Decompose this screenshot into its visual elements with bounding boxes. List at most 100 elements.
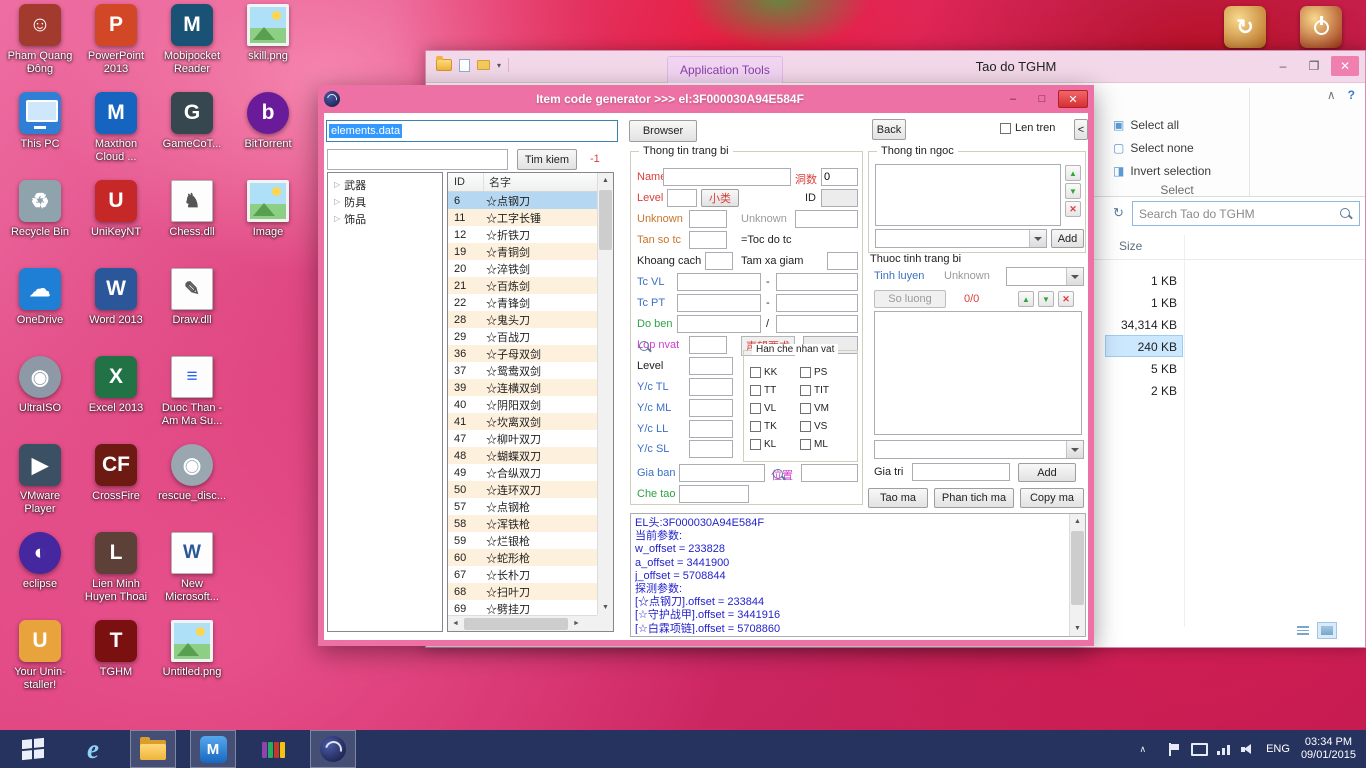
table-row[interactable]: 36 ☆子母双剑 (448, 345, 597, 362)
desktop-icon-vmware-player[interactable]: ▶ VMware Player (4, 444, 76, 524)
explorer-close-button[interactable]: ✕ (1331, 56, 1359, 76)
file-row[interactable]: 1 KB (1105, 269, 1183, 291)
tao-ma-button[interactable]: Tao ma (868, 488, 928, 508)
scroll-down-icon[interactable]: ▼ (1070, 621, 1085, 636)
level-input[interactable] (667, 189, 697, 207)
column-header-id[interactable]: ID (448, 173, 484, 191)
che-tao-input[interactable] (679, 485, 749, 503)
len-tren-checkbox[interactable]: Len tren (1000, 122, 1055, 134)
restrict-vs-checkbox[interactable]: VS (800, 420, 850, 432)
scroll-down-icon[interactable]: ▼ (598, 600, 613, 615)
taskbar-button-item-generator[interactable] (310, 730, 356, 768)
desktop-icon-eclipse[interactable]: ◐ eclipse (4, 532, 76, 612)
table-row[interactable]: 11 ☆工字长锤 (448, 209, 597, 226)
table-row[interactable]: 12 ☆折铁刀 (448, 226, 597, 243)
attribute-list[interactable] (874, 311, 1082, 435)
taskbar-clock[interactable]: 03:34 PM 09/01/2015 (1301, 736, 1356, 762)
desktop-icon-tghm[interactable]: T TGHM (80, 620, 152, 700)
browser-button[interactable]: Browser (629, 120, 697, 142)
desktop-icon-mobipocket-reader[interactable]: M Mobipocket Reader (156, 4, 228, 84)
language-indicator[interactable]: ENG (1266, 743, 1290, 755)
scrollbar-thumb[interactable] (1071, 531, 1084, 605)
do-ben-current-input[interactable] (677, 315, 761, 333)
file-row[interactable]: 1 KB (1105, 291, 1183, 313)
desktop-icon-rescue-disc[interactable]: ◉ rescue_disc... (156, 444, 228, 524)
file-row[interactable]: 34,314 KB (1105, 313, 1183, 335)
gem-move-up-button[interactable]: ▲ (1065, 165, 1081, 181)
table-row[interactable]: 67 ☆长朴刀 (448, 566, 597, 583)
table-horizontal-scrollbar[interactable]: ◄ ► (448, 615, 597, 631)
table-row[interactable]: 58 ☆浑铁枪 (448, 515, 597, 532)
desktop-icon-this-pc[interactable]: This PC (4, 92, 76, 172)
flag-icon[interactable] (1167, 742, 1180, 756)
table-row[interactable]: 21 ☆百炼剑 (448, 277, 597, 294)
desktop-icon-recycle-bin[interactable]: ♻ Recycle Bin (4, 180, 76, 260)
table-row[interactable]: 22 ☆青锋剑 (448, 294, 597, 311)
select-all-button[interactable]: ▣ Select all (1107, 113, 1217, 136)
table-row[interactable]: 28 ☆鬼头刀 (448, 311, 597, 328)
tim-kiem-button[interactable]: Tim kiem (517, 149, 577, 170)
desktop-icon-new-microsoft-doc[interactable]: W New Microsoft... (156, 532, 228, 612)
gia-tri-input[interactable] (912, 463, 1010, 481)
desktop-icon-draw-dll[interactable]: ✎ Draw.dll (156, 268, 228, 348)
gem-add-button[interactable]: Add (1051, 229, 1084, 248)
scrollbar-thumb[interactable] (464, 617, 568, 630)
gem-delete-button[interactable]: ✕ (1065, 201, 1081, 217)
restrict-kk-checkbox[interactable]: KK (750, 366, 800, 378)
desktop-icon-lien-minh-huyen-thoai[interactable]: L Lien Minh Huyen Thoai (80, 532, 152, 612)
restrict-kl-checkbox[interactable]: KL (750, 438, 800, 450)
restrict-vm-checkbox[interactable]: VM (800, 402, 850, 414)
restrict-tt-checkbox[interactable]: TT (750, 384, 800, 396)
tc-vl-max-input[interactable] (776, 273, 858, 291)
select-none-button[interactable]: ▢ Select none (1107, 136, 1217, 159)
table-row[interactable]: 39 ☆连横双剑 (448, 379, 597, 396)
attr-type-dropdown[interactable] (1006, 267, 1084, 286)
tree-node[interactable]: ▷ 防具 (328, 193, 442, 210)
table-row[interactable]: 69 ☆劈挂刀 (448, 600, 597, 616)
thumbnail-view-icon[interactable] (1317, 622, 1337, 639)
gem-select-dropdown[interactable] (875, 229, 1047, 248)
taskbar-button-start[interactable] (10, 730, 56, 768)
vi-tri-input[interactable] (801, 464, 858, 482)
restrict-vl-checkbox[interactable]: VL (750, 402, 800, 414)
volume-icon[interactable] (1241, 743, 1255, 756)
desktop-icon-ultraiso[interactable]: ◉ UltraISO (4, 356, 76, 436)
level2-input[interactable] (689, 357, 733, 375)
app-minimize-button[interactable]: – (1000, 90, 1026, 108)
table-row[interactable]: 29 ☆百战刀 (448, 328, 597, 345)
output-vertical-scrollbar[interactable]: ▲ ▼ (1069, 514, 1085, 636)
scrollbar-thumb[interactable] (599, 190, 612, 250)
file-row[interactable]: 240 KB (1105, 335, 1183, 357)
table-row[interactable]: 41 ☆坎离双剑 (448, 413, 597, 430)
desktop-icon-image-folder[interactable]: Image (232, 180, 304, 260)
desktop-icon-pham-quang-dong[interactable]: ☺ Pham Quang Đông (4, 4, 76, 84)
attr-delete-button[interactable]: ✕ (1058, 291, 1074, 307)
tc-pt-max-input[interactable] (776, 294, 858, 312)
desktop-icon-skill-png[interactable]: skill.png (232, 4, 304, 84)
table-row[interactable]: 6 ☆点钢刀 (448, 192, 597, 209)
phan-tich-ma-button[interactable]: Phan tich ma (934, 488, 1014, 508)
tc-pt-min-input[interactable] (677, 294, 761, 312)
gia-ban-input[interactable] (679, 464, 765, 482)
taskbar-button-file-explorer[interactable] (130, 730, 176, 768)
tam-xa-giam-input[interactable] (827, 252, 858, 270)
invert-selection-button[interactable]: ◨ Invert selection (1107, 159, 1217, 182)
scroll-left-icon[interactable]: ◄ (448, 620, 463, 627)
desktop-icon-word-2013[interactable]: W Word 2013 (80, 268, 152, 348)
yc-input[interactable] (689, 399, 733, 417)
desktop-icon-chess-dll[interactable]: ♞ Chess.dll (156, 180, 228, 260)
yc-input[interactable] (689, 378, 733, 396)
qat-properties-icon[interactable] (459, 58, 470, 72)
hidden-icons-icon[interactable]: ∧ (1140, 744, 1147, 755)
taskbar-button-maxthon[interactable]: M (190, 730, 236, 768)
unknown1-input[interactable] (689, 210, 727, 228)
scroll-up-icon[interactable]: ▲ (1070, 514, 1085, 529)
desktop-icon-crossfire[interactable]: CF CrossFire (80, 444, 152, 524)
restrict-ps-checkbox[interactable]: PS (800, 366, 850, 378)
attr-move-down-button[interactable]: ▼ (1038, 291, 1054, 307)
qat-customize-icon[interactable]: ▾ (497, 61, 501, 70)
table-row[interactable]: 47 ☆柳叶双刀 (448, 430, 597, 447)
restrict-tk-checkbox[interactable]: TK (750, 420, 800, 432)
tan-so-tc-input[interactable] (689, 231, 727, 249)
yc-input[interactable] (689, 440, 733, 458)
